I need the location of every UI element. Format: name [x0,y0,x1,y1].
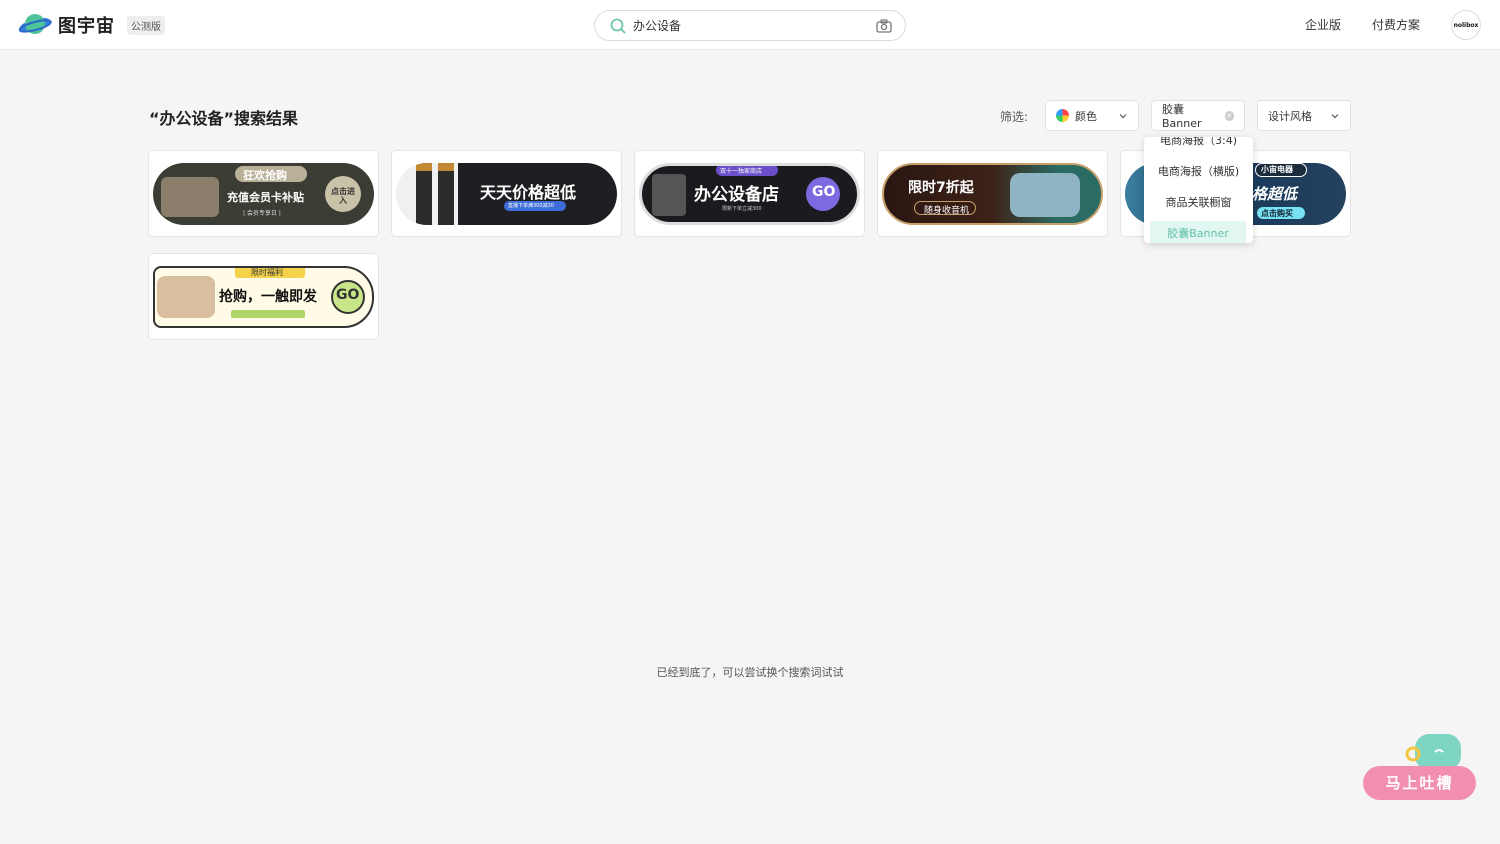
avatar[interactable]: nolibox [1451,10,1481,40]
end-of-results-text: 已经到底了，可以尝试换个搜索词试试 [656,666,844,679]
banner-title: 充值会员卡补贴 [227,191,304,204]
color-wheel-icon [1056,109,1069,122]
banner-sub: 限新下单立减300 [722,206,762,212]
safe-image [652,174,686,216]
banner-title: 抢购，一触即发 [219,289,317,305]
banner-image: 狂欢抢购 充值会员卡补贴 | 会员专享日 | 点击进入 [153,163,374,225]
dropdown-item-active[interactable]: 胶囊Banner [1150,221,1246,243]
color-filter[interactable]: 颜色 [1045,100,1139,131]
search-bar [594,10,906,41]
logo[interactable]: 图宇宙 公测版 [18,11,165,39]
banner-sub: 随身收音机 [924,206,970,216]
logo-text: 图宇宙 [58,16,115,37]
banner-title: 限时7折起 [908,180,974,196]
banner-image: 双十一独家商店 办公设备店 限新下单立减300 GO [639,163,860,225]
result-card[interactable]: 狂欢抢购 充值会员卡补贴 | 会员专享日 | 点击进入 [148,150,379,237]
feedback-button[interactable]: 马上吐槽 [1363,766,1476,800]
banner-title: 天天价格超低 [480,183,577,202]
banner-image: 限时7折起 随身收音机 [882,163,1103,225]
nav-enterprise[interactable]: 企业版 [1305,16,1341,33]
style-filter-label: 设计风格 [1268,109,1312,123]
banner-image: 限时福利 抢购，一触即发 GO [153,266,374,328]
dropdown-item[interactable]: 电商海报（横版) [1144,159,1253,185]
style-filter[interactable]: 设计风格 [1257,100,1351,131]
chevron-down-icon [1331,114,1339,119]
feedback-widget[interactable]: 马上吐槽 [1363,732,1476,802]
banner-cta: GO [336,287,360,303]
filter-label: 筛选: [1000,110,1029,124]
color-filter-label: 颜色 [1075,109,1097,123]
results-title: “办公设备”搜索结果 [149,109,299,128]
banner-image: 天天价格超低 直播下单满300减30 [396,163,617,225]
banner-cta: GO [812,184,836,200]
banner-title: 办公设备店 [694,185,779,205]
radio-image [157,276,215,318]
banner-sub: | 会员专享日 | [243,210,281,217]
beta-badge: 公测版 [127,15,165,35]
result-card[interactable]: 限时7折起 随身收音机 [877,150,1108,237]
result-card[interactable]: 双十一独家商店 办公设备店 限新下单立减300 GO [634,150,865,237]
chevron-down-icon [1119,114,1127,119]
clear-icon[interactable]: × [1224,110,1234,121]
banner-sub: 直播下单满300减30 [508,203,554,209]
banner-cta: 点击进入 [331,187,355,205]
banner-cta: 点击购买 [1261,209,1293,218]
search-input[interactable] [633,18,863,33]
result-card[interactable]: 限时福利 抢购，一触即发 GO [148,253,379,340]
camera-icon[interactable] [875,17,893,35]
radio-image [161,177,219,217]
search-icon[interactable] [603,11,633,41]
radio-image [1010,173,1080,217]
type-dropdown-menu: 电商海报（3:4) 电商海报（横版) 商品关联橱窗 胶囊Banner [1144,137,1253,243]
result-card[interactable]: 天天价格超低 直播下单满300减30 [391,150,622,237]
banner-tag: 限时福利 [251,268,283,277]
type-filter-label: 胶囊Banner [1162,103,1202,130]
banner-tag: 小宙电器 [1261,165,1293,174]
planet-logo-icon [18,14,52,34]
dropdown-item[interactable]: 电商海报（3:4) [1144,137,1253,154]
banner-tag: 双十一独家商店 [720,168,763,175]
dropdown-item[interactable]: 商品关联橱窗 [1144,190,1253,216]
nav-pricing[interactable]: 付费方案 [1372,16,1420,33]
banner-tag: 狂欢抢购 [243,169,287,182]
type-filter[interactable]: 胶囊Banner × [1151,100,1245,131]
top-header: 图宇宙 公测版 企业版 付费方案 nolibox [0,0,1500,50]
